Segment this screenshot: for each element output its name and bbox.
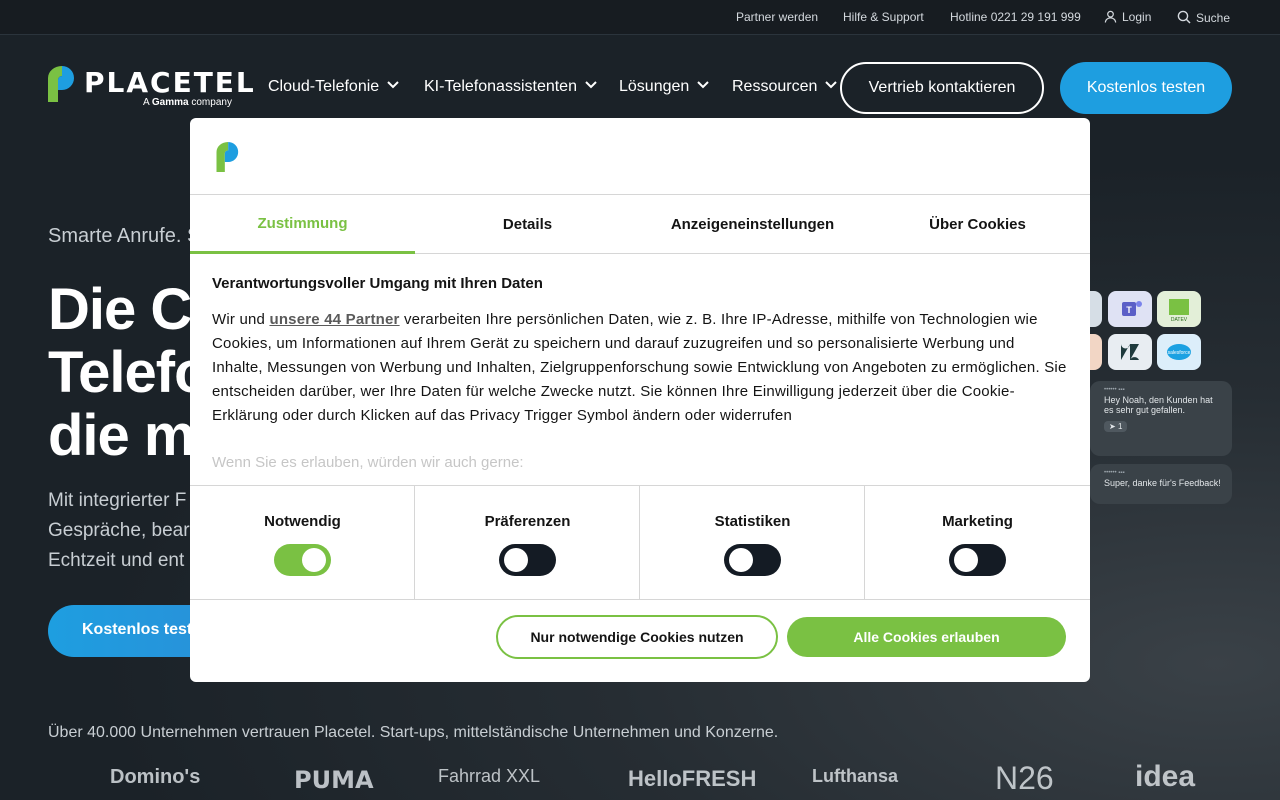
nav-cloud-telefonie[interactable]: Cloud-Telefonie — [268, 78, 399, 96]
nav-ressourcen[interactable]: Ressourcen — [732, 78, 838, 96]
hero-title: Die C Telefo die m — [48, 277, 209, 468]
logo-tagline: A Gamma company — [143, 97, 232, 108]
n26-logo: N26 — [995, 760, 1054, 796]
nav-label: KI-Telefonassistenten — [424, 78, 577, 95]
contact-sales-button[interactable]: Vertrieb kontaktieren — [840, 62, 1044, 114]
hotline-link[interactable]: Hotline 0221 29 191 999 — [950, 10, 1081, 24]
svg-text:salesforce: salesforce — [1168, 350, 1191, 356]
category-label: Marketing — [942, 513, 1013, 530]
reaction-badge: ➤ 1 — [1104, 421, 1128, 432]
hellofresh-logo: HelloFRESH — [628, 766, 757, 791]
puma-logo: PUMA — [294, 766, 374, 794]
consent-title: Verantwortungsvoller Umgang mit Ihren Da… — [212, 275, 543, 292]
free-trial-button[interactable]: Kostenlos testen — [1060, 62, 1232, 114]
chat-text: Super, danke für's Feedback! — [1104, 478, 1221, 488]
statistiken-toggle[interactable] — [724, 544, 781, 576]
tab-anzeigeneinstellungen[interactable]: Anzeigeneinstellungen — [640, 195, 865, 253]
category-praeferenzen: Präferenzen — [415, 486, 640, 600]
consent-tabs: Zustimmung Details Anzeigeneinstellungen… — [190, 195, 1090, 254]
idea-logo: idea — [1135, 760, 1196, 793]
allow-all-cookies-button[interactable]: Alle Cookies erlauben — [787, 617, 1066, 657]
tab-ueber-cookies[interactable]: Über Cookies — [865, 195, 1090, 253]
partner-link[interactable]: Partner werden — [736, 10, 818, 24]
salesforce-icon: salesforce — [1157, 334, 1201, 370]
consent-text: Wir und unsere 44 Partner verarbeiten Ih… — [212, 311, 1067, 424]
hero-eyebrow: Smarte Anrufe. S — [48, 225, 201, 247]
marketing-toggle[interactable] — [949, 544, 1006, 576]
consent-more-text: Wenn Sie es erlauben, würden wir auch ge… — [212, 454, 524, 471]
chevron-down-icon — [585, 81, 597, 89]
logo-wordmark: PLACETEL — [84, 66, 256, 99]
nav-loesungen[interactable]: Lösungen — [619, 78, 710, 96]
chat-meta: •••••• ▪▪▪ — [1104, 387, 1125, 393]
nav-label: Cloud-Telefonie — [268, 78, 380, 95]
search-icon — [1177, 10, 1191, 24]
consent-categories: Notwendig Präferenzen Statistiken Market… — [190, 485, 1090, 600]
consent-body: Verantwortungsvoller Umgang mit Ihren Da… — [212, 275, 1068, 428]
lufthansa-logo: Lufthansa — [812, 766, 899, 786]
dialog-header — [190, 118, 1090, 195]
top-bar: Partner werden Hilfe & Support Hotline 0… — [0, 0, 1280, 35]
svg-text:T: T — [1126, 305, 1132, 315]
chat-text: Hey Noah, den Kunden hat es sehr gut gef… — [1104, 395, 1213, 415]
placetel-logo[interactable]: PLACETEL A Gamma company — [48, 66, 254, 110]
necessary-cookies-button[interactable]: Nur notwendige Cookies nutzen — [496, 615, 778, 659]
teams-icon: T — [1108, 291, 1152, 327]
partners-link[interactable]: unsere 44 Partner — [269, 311, 399, 328]
cookie-consent-dialog: Zustimmung Details Anzeigeneinstellungen… — [190, 118, 1090, 682]
login-link[interactable]: Login — [1104, 10, 1151, 24]
category-statistiken: Statistiken — [640, 486, 865, 600]
chevron-down-icon — [697, 81, 710, 89]
category-label: Statistiken — [714, 513, 791, 530]
fahrrad-xxl-logo: Fahrrad XXL — [438, 766, 541, 786]
dominos-logo: Domino's — [110, 766, 201, 788]
search-label: Suche — [1196, 11, 1231, 25]
placetel-logo-mark — [216, 142, 239, 172]
svg-text:DATEV: DATEV — [1171, 317, 1188, 323]
placetel-logo-mark — [48, 66, 74, 102]
user-icon — [1104, 10, 1117, 23]
nav-label: Ressourcen — [732, 78, 818, 95]
datev-icon: DATEV — [1157, 291, 1201, 327]
notwendig-toggle[interactable] — [274, 544, 331, 576]
trust-statement: Über 40.000 Unternehmen vertrauen Placet… — [48, 724, 779, 741]
chat-message-card: •••••• ▪▪▪ Hey Noah, den Kunden hat es s… — [1090, 381, 1232, 456]
category-label: Präferenzen — [484, 513, 571, 530]
login-label: Login — [1122, 10, 1152, 24]
nav-ki-telefonassistenten[interactable]: KI-Telefonassistenten — [424, 78, 597, 96]
category-label: Notwendig — [264, 513, 341, 530]
hero-description: Mit integrierter F Gespräche, bear Echtz… — [48, 490, 190, 571]
praeferenzen-toggle[interactable] — [499, 544, 556, 576]
zendesk-icon — [1108, 334, 1152, 370]
chat-meta: •••••• ▪▪▪ — [1104, 470, 1125, 476]
category-notwendig: Notwendig — [190, 486, 415, 600]
tab-zustimmung[interactable]: Zustimmung — [190, 195, 415, 254]
chat-reply-card: •••••• ▪▪▪ Super, danke für's Feedback! — [1090, 464, 1232, 504]
chevron-down-icon — [825, 81, 838, 89]
support-link[interactable]: Hilfe & Support — [843, 10, 924, 24]
chevron-down-icon — [387, 81, 399, 89]
nav-label: Lösungen — [619, 78, 690, 95]
tab-details[interactable]: Details — [415, 195, 640, 253]
search-link[interactable]: Suche — [1177, 10, 1230, 25]
category-marketing: Marketing — [865, 486, 1090, 600]
